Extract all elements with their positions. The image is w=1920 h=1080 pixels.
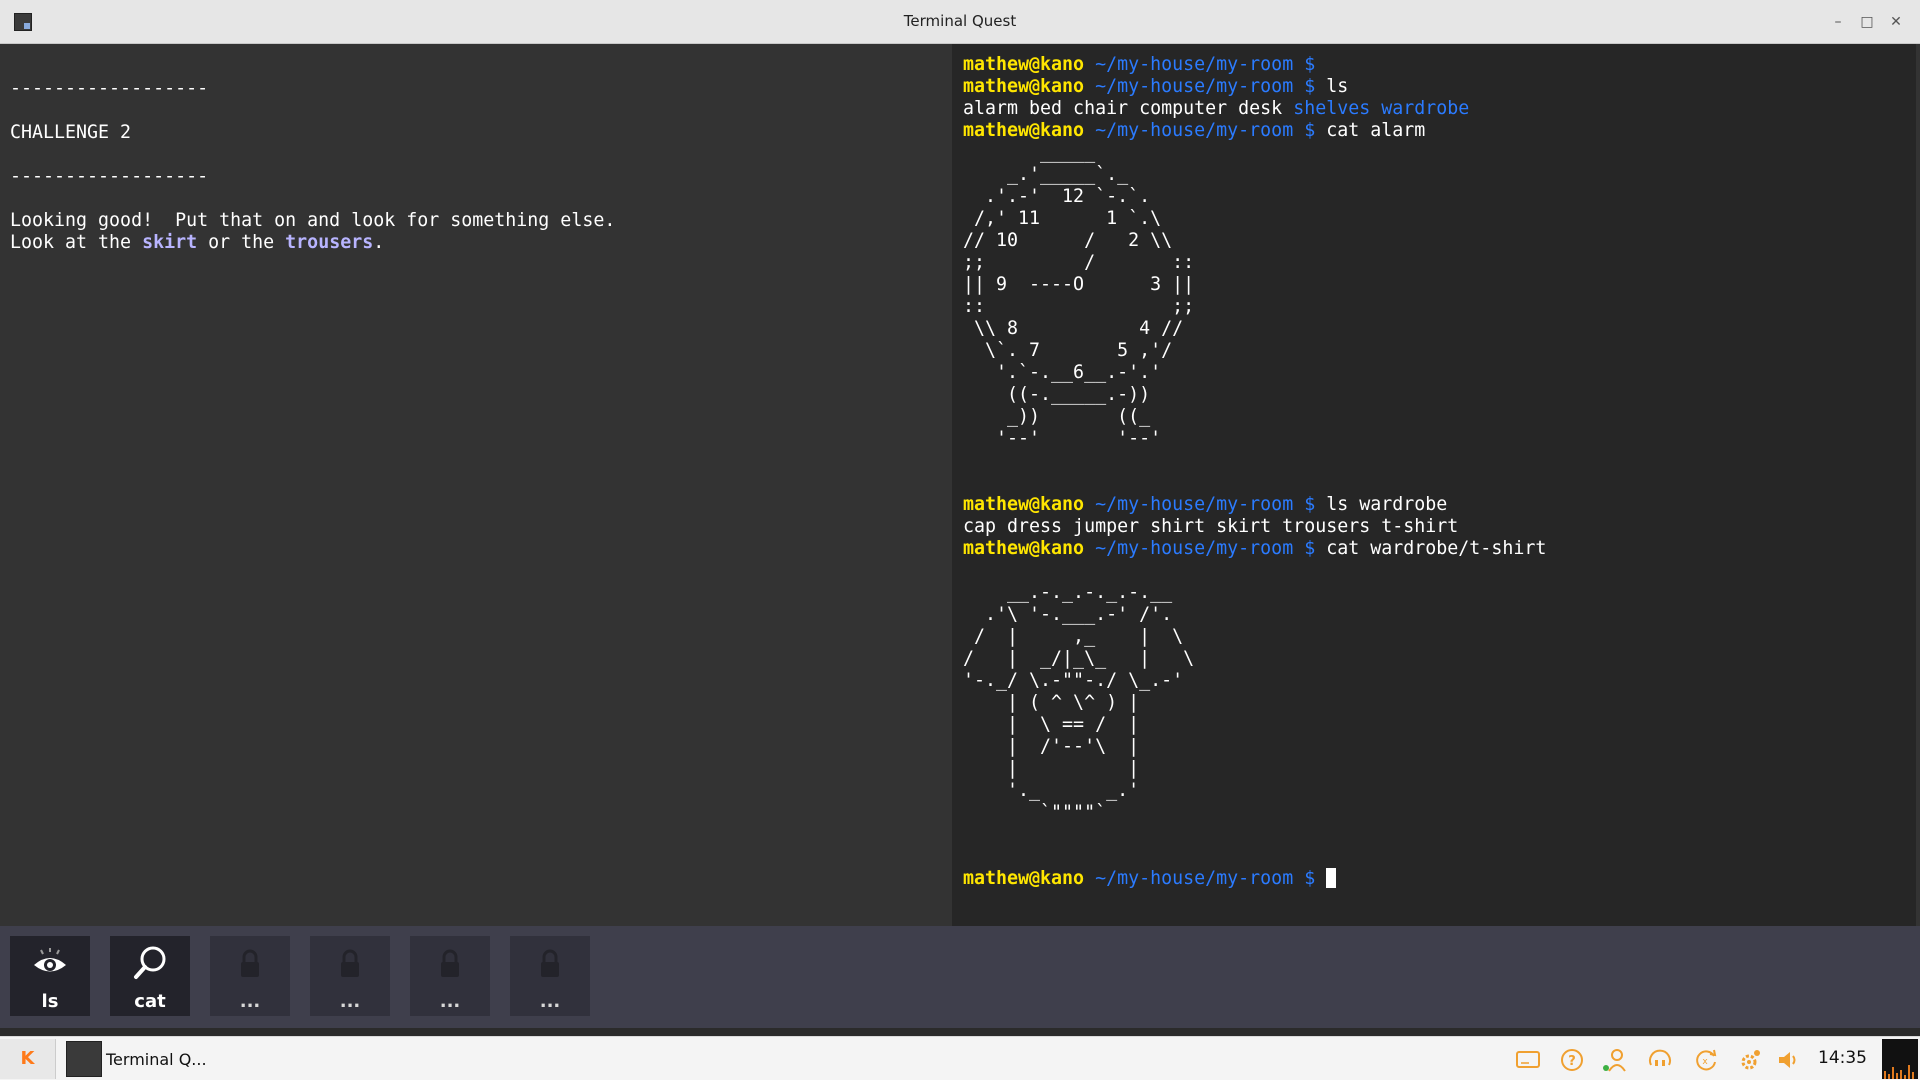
terminal-pane[interactable]: mathew@kano ~/my-house/my-room $ mathew@… [952, 44, 1916, 926]
command-text: cat wardrobe/t-shirt [1315, 538, 1547, 559]
story-divider: ------------------ [10, 78, 209, 99]
wardrobe-listing: cap dress jumper shirt skirt trousers t-… [963, 516, 1459, 537]
prompt-path: ~/my-house/my-room $ [1084, 868, 1316, 889]
command-toolbar: ls cat ... ... ... ... [0, 926, 1920, 1028]
terminal-cursor[interactable] [1326, 868, 1337, 888]
tool-label: cat [134, 991, 166, 1012]
tool-label: ... [539, 991, 561, 1012]
command-text [1315, 868, 1326, 889]
taskbar: K Terminal Q... ? x 14:35 [0, 1036, 1920, 1080]
help-icon[interactable]: ? [1559, 1047, 1585, 1073]
settings-icon[interactable] [1737, 1047, 1763, 1073]
prompt-line: mathew@kano ~/my-house/my-room $ [963, 54, 1315, 75]
eye-icon [10, 944, 90, 984]
highlight-skirt: skirt [142, 232, 198, 253]
tool-label: ls [41, 991, 59, 1012]
title-bar: Terminal Quest – □ ✕ [0, 0, 1920, 44]
prompt-line: mathew@kano ~/my-house/my-room $ cat war… [963, 538, 1546, 559]
prompt-line: mathew@kano ~/my-house/my-room $ ls ward… [963, 494, 1447, 515]
tool-label: ... [439, 991, 461, 1012]
tool-locked-button[interactable]: ... [410, 936, 490, 1016]
story-pane: ------------------ CHALLENGE 2 ---------… [0, 44, 952, 926]
tool-cat-button[interactable]: cat [110, 936, 190, 1016]
prompt-user: mathew@kano [963, 120, 1085, 141]
tool-label: ... [339, 991, 361, 1012]
prompt-path: ~/my-house/my-room $ [1084, 54, 1316, 75]
ls-output: alarm bed chair computer desk shelves wa… [963, 98, 1469, 119]
prompt-line: mathew@kano ~/my-house/my-room $ cat ala… [963, 120, 1425, 141]
prompt-path: ~/my-house/my-room $ [1084, 538, 1316, 559]
story-divider: ------------------ [10, 166, 209, 187]
sound-icon[interactable] [1647, 1047, 1673, 1073]
tool-label: ... [239, 991, 261, 1012]
svg-text:x: x [1702, 1057, 1708, 1067]
clock[interactable]: 14:35 [1818, 1048, 1867, 1068]
prompt-path: ~/my-house/my-room $ [1084, 76, 1316, 97]
magnifier-icon [110, 944, 190, 984]
tool-locked-button[interactable]: ... [510, 936, 590, 1016]
file-list: alarm bed chair computer desk [963, 98, 1294, 119]
lock-icon [410, 944, 490, 984]
lock-icon [210, 944, 290, 984]
tool-ls-button[interactable]: ls [10, 936, 90, 1016]
pane-edge [1916, 44, 1920, 926]
user-icon[interactable] [1601, 1047, 1627, 1073]
prompt-user: mathew@kano [963, 538, 1085, 559]
prompt-user: mathew@kano [963, 76, 1085, 97]
close-button[interactable]: ✕ [1884, 10, 1908, 34]
highlight-trousers: trousers [285, 232, 374, 253]
prompt-user: mathew@kano [963, 494, 1085, 515]
prompt-user: mathew@kano [963, 54, 1085, 75]
story-text: ------------------ CHALLENGE 2 ---------… [10, 78, 615, 254]
svg-text:?: ? [1568, 1054, 1576, 1069]
prompt-line: mathew@kano ~/my-house/my-room $ ls [963, 76, 1348, 97]
monitor-icon[interactable] [1515, 1047, 1541, 1073]
prompt-line: mathew@kano ~/my-house/my-room $ [963, 868, 1337, 889]
story-line: Looking good! Put that on and look for s… [10, 210, 616, 231]
challenge-heading: CHALLENGE 2 [10, 122, 132, 143]
taskbar-app-label: Terminal Q... [106, 1050, 207, 1069]
tool-locked-button[interactable]: ... [210, 936, 290, 1016]
story-fragment: Look at the [10, 232, 143, 253]
window-title: Terminal Quest [903, 12, 1017, 30]
prompt-user: mathew@kano [963, 868, 1085, 889]
volume-icon[interactable] [1775, 1047, 1801, 1073]
update-icon[interactable]: x [1693, 1047, 1719, 1073]
cpu-graph-icon [1882, 1039, 1918, 1079]
prompt-path: ~/my-house/my-room $ [1084, 494, 1316, 515]
prompt-path: ~/my-house/my-room $ [1084, 120, 1316, 141]
lock-icon [310, 944, 390, 984]
story-fragment: . [373, 232, 385, 253]
story-fragment: or the [197, 232, 286, 253]
terminal-output: mathew@kano ~/my-house/my-room $ mathew@… [963, 54, 1546, 890]
tool-locked-button[interactable]: ... [310, 936, 390, 1016]
minimize-button[interactable]: – [1826, 10, 1850, 34]
story-line: Look at the skirt or the trousers. [10, 232, 384, 253]
separator [1370, 98, 1381, 119]
lock-icon [510, 944, 590, 984]
command-text: ls [1315, 76, 1349, 97]
terminal-quest-icon [66, 1041, 102, 1077]
command-text: cat alarm [1315, 120, 1426, 141]
alarm-ascii-art: _____ _.'_____`._ .'.-' 12 `-.`. /,' 11 … [963, 142, 1195, 449]
maximize-button[interactable]: □ [1855, 10, 1879, 34]
tshirt-ascii-art: __.-._.-._.-.__ .'\ '-.___.-' /'. / | ,_… [963, 582, 1195, 823]
directory-shelves: shelves [1293, 98, 1371, 119]
command-text: ls wardrobe [1315, 494, 1448, 515]
taskbar-app-terminal-quest[interactable]: Terminal Q... [64, 1041, 214, 1077]
start-button[interactable]: K [0, 1039, 56, 1079]
directory-wardrobe: wardrobe [1381, 98, 1470, 119]
